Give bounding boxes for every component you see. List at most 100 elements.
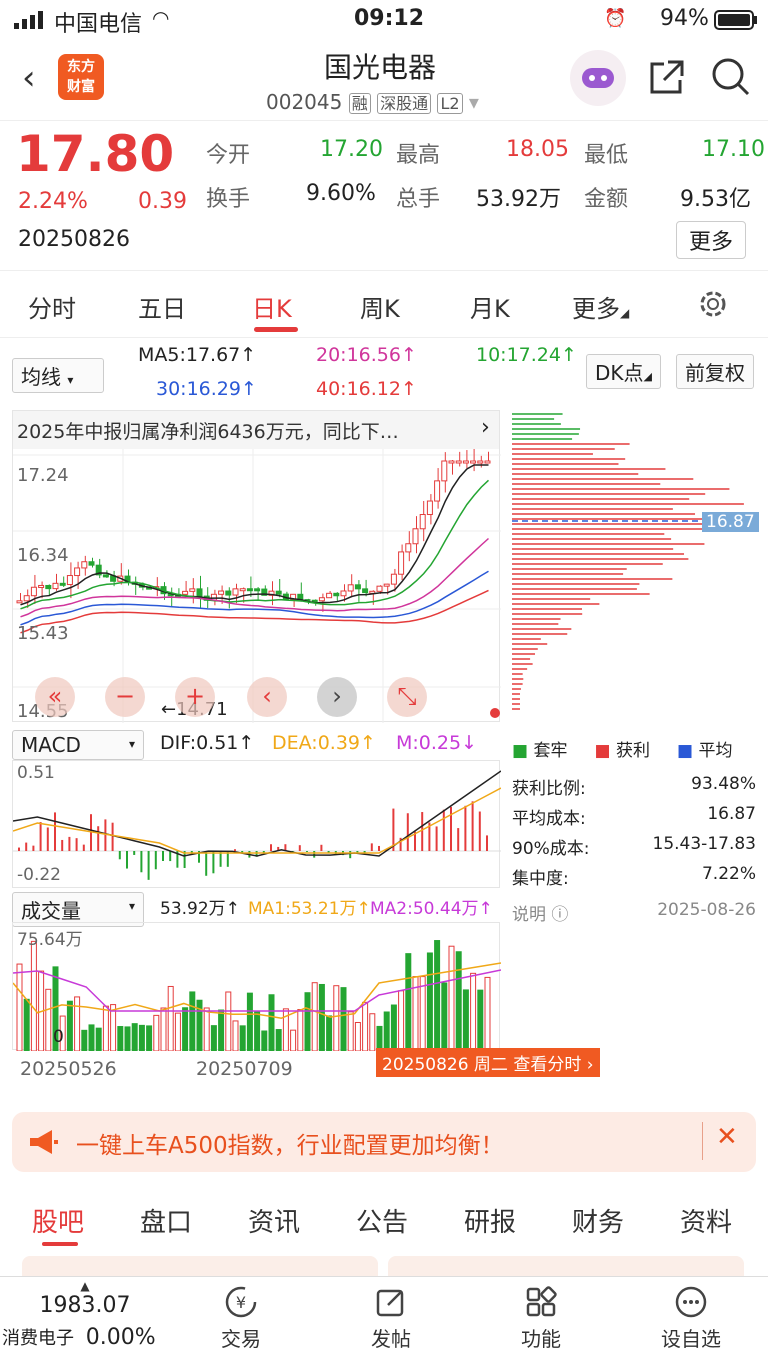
amount-value: 9.53亿 (680, 187, 751, 212)
scroll-left-button[interactable]: ‹ (247, 677, 287, 717)
sector-name: 消费电子 (2, 1328, 74, 1349)
kline-chart[interactable]: 2025年中报归属净利润6436万元，同比下… › 17.24 16.34 15… (12, 410, 501, 723)
volume-bar (254, 1010, 261, 1052)
candle (182, 590, 189, 595)
volume-bar (441, 982, 448, 1052)
tab-research[interactable]: 研报 (464, 1202, 516, 1239)
candle (470, 460, 477, 464)
tab-more[interactable]: 更多◢ (572, 289, 629, 324)
stock-code: 002045 (266, 90, 343, 114)
volume-bar (45, 988, 52, 1052)
dk-point-button[interactable]: DK点◢ (586, 354, 661, 389)
volume-bar (23, 998, 30, 1052)
tab-intraday[interactable]: 分时 (28, 289, 76, 324)
banner-divider (702, 1122, 703, 1160)
alarm-icon: ⏰ (604, 8, 627, 29)
assistant-avatar[interactable] (570, 50, 626, 106)
news-banner[interactable]: 2025年中报归属净利润6436万元，同比下… (13, 411, 499, 449)
bottom-bar: ▲ 1983.07 消费电子 0.00% ¥ 交易 发帖 功能 设自选 (0, 1276, 768, 1366)
volume-svg (12, 940, 502, 1052)
volume-bar (333, 985, 340, 1052)
volume-bar (426, 952, 433, 1052)
volume-bar (290, 1029, 297, 1052)
chevron-down-icon: ▾ (67, 373, 74, 387)
edit-icon (376, 1289, 404, 1317)
share-icon[interactable] (646, 58, 686, 102)
scroll-left-fast-button[interactable]: « (35, 677, 75, 717)
volume-bar (30, 940, 37, 1052)
carrier: 中国电信 (54, 12, 143, 37)
tab-announcements[interactable]: 公告 (356, 1202, 408, 1239)
tab-daily-k[interactable]: 日K (252, 289, 292, 324)
content-tabs: 股吧 盘口 资讯 公告 研报 财务 资料 (0, 1190, 768, 1250)
tab-profile[interactable]: 资料 (680, 1202, 732, 1239)
volume-chart[interactable]: 75.64万 0 (12, 922, 502, 1052)
sector-index[interactable]: ▲ 1983.07 消费电子 0.00% (0, 1279, 170, 1350)
chevron-right-icon[interactable]: › (481, 415, 490, 440)
volume-bar (138, 1024, 145, 1052)
volume-bar (146, 1025, 153, 1052)
header: ‹ 东方 财富 国光电器 002045 融 深股通 L2 ▾ (0, 40, 768, 120)
tab-orderbook[interactable]: 盘口 (140, 1202, 192, 1239)
tab-weekly-k[interactable]: 周K (360, 289, 400, 324)
functions-button[interactable]: 功能 (496, 1285, 586, 1352)
clock: 09:12 (354, 6, 425, 31)
adjust-button[interactable]: 前复权 (676, 354, 754, 389)
candle (254, 588, 261, 592)
candle (59, 582, 66, 586)
add-watchlist-button[interactable]: 设自选 (646, 1285, 736, 1352)
tab-forum[interactable]: 股吧 (32, 1202, 84, 1239)
macd-chart[interactable]: 0.51 -0.22 (12, 760, 502, 888)
low-value: 17.10 (702, 137, 765, 162)
volume-bar (210, 1025, 217, 1052)
volume-bar (81, 1029, 88, 1052)
candle (434, 480, 441, 502)
candle (354, 584, 361, 590)
tab-financials[interactable]: 财务 (572, 1202, 624, 1239)
volume-bar (434, 940, 441, 1052)
tab-five-day[interactable]: 五日 (138, 289, 186, 324)
volume-bar (88, 1024, 95, 1052)
back-icon[interactable]: ‹ (22, 58, 36, 98)
chip-value-avg: 16.87 (707, 804, 756, 824)
candle (16, 600, 23, 604)
chip-note-link[interactable]: 说明 ⓘ (512, 900, 568, 925)
candle (347, 584, 354, 592)
chevron-down-icon[interactable]: ▾ (469, 90, 479, 114)
candle (376, 585, 383, 592)
scroll-right-button[interactable]: › (317, 677, 357, 717)
volume-value: 53.92万 (476, 187, 561, 212)
promo-banner[interactable]: 一键上车A500指数，行业配置更加均衡！ ✕ (12, 1112, 756, 1172)
zoom-out-button[interactable]: − (105, 677, 145, 717)
stock-name: 国光电器 (324, 51, 437, 84)
tab-news[interactable]: 资讯 (248, 1202, 300, 1239)
tab-monthly-k[interactable]: 月K (470, 289, 510, 324)
macd-dif: DIF:0.51↑ (160, 732, 255, 754)
volume-bar (405, 953, 412, 1052)
volume-bar (383, 1011, 390, 1052)
fullscreen-icon[interactable]: ⤡ (387, 677, 427, 717)
candle (405, 543, 412, 553)
chip-legend: ■ 套牢 ■ 获利 ■ 平均 (512, 741, 733, 761)
wifi-icon: ◠ (152, 6, 170, 30)
candle (390, 573, 397, 585)
indicator-select[interactable]: 均线 ▾ (12, 358, 104, 393)
more-button[interactable]: 更多 (676, 221, 747, 259)
search-icon[interactable] (710, 56, 752, 102)
macd-select[interactable]: MACD ▾ (12, 730, 144, 760)
post-button[interactable]: 发帖 (346, 1285, 436, 1352)
close-icon[interactable]: ✕ (716, 1122, 738, 1152)
candle (426, 500, 433, 516)
zoom-in-button[interactable]: + (175, 677, 215, 717)
gear-icon[interactable] (696, 287, 730, 325)
sector-index-value: 1983.07 (39, 1293, 131, 1318)
trade-button[interactable]: ¥ 交易 (196, 1285, 286, 1352)
info-icon: ⓘ (551, 905, 569, 925)
volume-bar (66, 1000, 73, 1052)
volume-value: 53.92万↑ (160, 899, 240, 919)
volume-bar (297, 1009, 304, 1052)
view-intraday-button[interactable]: 20250826 周二 查看分时 › (376, 1048, 600, 1077)
candle (477, 460, 484, 464)
chevron-right-icon: › (586, 1055, 594, 1075)
avg-cost-tag: 16.87 (702, 512, 759, 532)
